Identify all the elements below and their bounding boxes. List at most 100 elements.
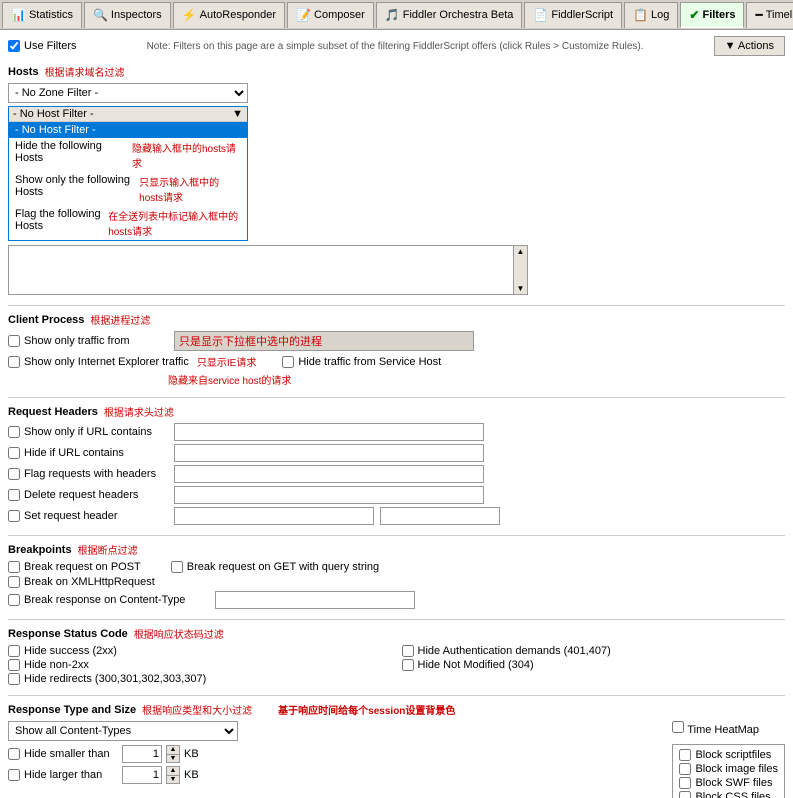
host-filter-dropdown-header[interactable]: - No Host Filter - ▼ bbox=[9, 107, 247, 122]
hide-smaller-down[interactable]: ▼ bbox=[167, 755, 179, 763]
hide-not-modified-checkbox[interactable] bbox=[402, 659, 414, 671]
response-status-section: Response Status Code 根据响应状态码过滤 Hide succ… bbox=[8, 626, 785, 685]
tab-fiddler-orchestra[interactable]: 🎵 Fiddler Orchestra Beta bbox=[376, 2, 523, 28]
hide-auth-checkbox[interactable] bbox=[402, 645, 414, 657]
hide-non-2xx-label[interactable]: Hide non-2xx bbox=[8, 659, 392, 671]
set-request-header-checkbox[interactable] bbox=[8, 510, 20, 522]
break-response-content-type-input[interactable] bbox=[215, 591, 415, 609]
break-on-xml-label[interactable]: Break on XMLHttpRequest bbox=[8, 576, 155, 588]
break-on-xml-checkbox[interactable] bbox=[8, 576, 20, 588]
hide-smaller-up[interactable]: ▲ bbox=[167, 746, 179, 755]
break-on-get-checkbox[interactable] bbox=[171, 561, 183, 573]
hide-larger-up[interactable]: ▲ bbox=[167, 767, 179, 776]
hide-smaller-checkbox[interactable] bbox=[8, 748, 20, 760]
break-response-label[interactable]: Break response on Content-Type bbox=[8, 594, 185, 606]
hide-smaller-label[interactable]: Hide smaller than bbox=[8, 748, 118, 760]
delete-request-headers-label[interactable]: Delete request headers bbox=[8, 489, 168, 501]
content-type-select[interactable]: Show all Content-Types Hide images Show … bbox=[8, 721, 238, 741]
hide-url-checkbox[interactable] bbox=[8, 447, 20, 459]
hide-smaller-value[interactable] bbox=[122, 745, 162, 763]
zone-filter-select[interactable]: - No Zone Filter - Show only Intranet Sh… bbox=[8, 83, 248, 103]
time-heatmap-label[interactable]: Time HeatMap bbox=[672, 721, 759, 736]
host-filter-option-3[interactable]: Flag the following Hosts 在全送列表中标记输入框中的ho… bbox=[9, 206, 247, 240]
time-heatmap-checkbox[interactable] bbox=[672, 721, 684, 733]
delete-request-headers-checkbox[interactable] bbox=[8, 489, 20, 501]
hide-smaller-spinner[interactable]: ▲ ▼ bbox=[166, 745, 180, 763]
tab-filters[interactable]: ✔ Filters bbox=[680, 2, 744, 28]
use-filters-label[interactable]: Use Filters bbox=[8, 40, 77, 52]
hosts-scrollbar[interactable]: ▲ ▼ bbox=[513, 246, 527, 294]
status-grid: Hide success (2xx) Hide Authentication d… bbox=[8, 645, 785, 685]
show-url-label[interactable]: Show only if URL contains bbox=[8, 426, 168, 438]
autoresponder-icon: ⚡ bbox=[182, 8, 197, 22]
host-filter-option-0[interactable]: - No Host Filter - bbox=[9, 122, 247, 138]
inspectors-icon: 🔍 bbox=[93, 8, 108, 22]
block-scriptfiles-label[interactable]: Block scriptfiles bbox=[679, 749, 778, 761]
hide-redirects-label[interactable]: Hide redirects (300,301,302,303,307) bbox=[8, 673, 392, 685]
hide-non-2xx-checkbox[interactable] bbox=[8, 659, 20, 671]
hide-larger-down[interactable]: ▼ bbox=[167, 776, 179, 784]
hide-success-label[interactable]: Hide success (2xx) bbox=[8, 645, 392, 657]
hide-smaller-row: Hide smaller than ▲ ▼ KB bbox=[8, 745, 662, 763]
hide-url-label[interactable]: Hide if URL contains bbox=[8, 447, 168, 459]
block-swf-files-checkbox[interactable] bbox=[679, 777, 691, 789]
time-heatmap-row: Time HeatMap bbox=[672, 721, 759, 736]
filters-checkmark-icon: ✔ bbox=[689, 8, 699, 22]
tab-autoresponder[interactable]: ⚡ AutoResponder bbox=[173, 2, 285, 28]
block-swf-files-label[interactable]: Block SWF files bbox=[679, 777, 778, 789]
set-request-header-label[interactable]: Set request header bbox=[8, 510, 168, 522]
hide-larger-spinner[interactable]: ▲ ▼ bbox=[166, 766, 180, 784]
set-request-header-name-input[interactable] bbox=[174, 507, 374, 525]
actions-button[interactable]: ▼ Actions bbox=[714, 36, 785, 56]
tab-log[interactable]: 📋 Log bbox=[624, 2, 678, 28]
ie-traffic-checkbox[interactable] bbox=[8, 356, 20, 368]
tab-statistics[interactable]: 📊 Statistics bbox=[2, 2, 82, 28]
tab-inspectors[interactable]: 🔍 Inspectors bbox=[84, 2, 171, 28]
flag-requests-input[interactable] bbox=[174, 465, 484, 483]
show-url-input[interactable] bbox=[174, 423, 484, 441]
block-css-files-checkbox[interactable] bbox=[679, 791, 691, 798]
block-image-files-label[interactable]: Block image files bbox=[679, 763, 778, 775]
request-headers-section: Request Headers 根据请求头过滤 Show only if URL… bbox=[8, 404, 785, 525]
host-filter-option-1[interactable]: Hide the following Hosts 隐藏输入框中的hosts请求 bbox=[9, 138, 247, 172]
filter-bar: Use Filters Note: Filters on this page a… bbox=[8, 36, 785, 56]
response-type-section: Response Type and Size 根据响应类型和大小过滤 基于响应时… bbox=[8, 702, 785, 798]
show-only-traffic-label[interactable]: Show only traffic from bbox=[8, 335, 168, 347]
use-filters-checkbox[interactable] bbox=[8, 40, 20, 52]
hide-larger-label[interactable]: Hide larger than bbox=[8, 769, 118, 781]
hide-larger-value[interactable] bbox=[122, 766, 162, 784]
hosts-area[interactable]: ▲ ▼ bbox=[8, 245, 528, 295]
statistics-icon: 📊 bbox=[11, 8, 26, 22]
delete-request-headers-input[interactable] bbox=[174, 486, 484, 504]
hide-service-host-checkbox[interactable] bbox=[282, 356, 294, 368]
hide-larger-checkbox[interactable] bbox=[8, 769, 20, 781]
flag-requests-checkbox[interactable] bbox=[8, 468, 20, 480]
flag-requests-label[interactable]: Flag requests with headers bbox=[8, 468, 168, 480]
tab-timeline[interactable]: ━ Timeline bbox=[746, 2, 793, 28]
break-on-post-checkbox[interactable] bbox=[8, 561, 20, 573]
hide-url-input[interactable] bbox=[174, 444, 484, 462]
bp-row-2: Break on XMLHttpRequest bbox=[8, 576, 785, 588]
break-on-post-label[interactable]: Break request on POST bbox=[8, 561, 141, 573]
ie-traffic-label[interactable]: Show only Internet Explorer traffic 只显示I… bbox=[8, 354, 256, 369]
hide-service-host-label[interactable]: Hide traffic from Service Host bbox=[282, 356, 441, 368]
response-type-title: Response Type and Size 根据响应类型和大小过滤 基于响应时… bbox=[8, 702, 785, 717]
block-css-files-label[interactable]: Block CSS files bbox=[679, 791, 778, 798]
show-url-checkbox[interactable] bbox=[8, 426, 20, 438]
tab-fiddlerscript[interactable]: 📄 FiddlerScript bbox=[524, 2, 622, 28]
bp-row-1: Break request on POST Break request on G… bbox=[8, 561, 785, 573]
set-request-header-value-input[interactable] bbox=[380, 507, 500, 525]
block-scriptfiles-checkbox[interactable] bbox=[679, 749, 691, 761]
hide-auth-label[interactable]: Hide Authentication demands (401,407) bbox=[402, 645, 786, 657]
break-response-checkbox[interactable] bbox=[8, 594, 20, 606]
show-only-traffic-checkbox[interactable] bbox=[8, 335, 20, 347]
hide-success-checkbox[interactable] bbox=[8, 645, 20, 657]
host-filter-option-2[interactable]: Show only the following Hosts 只显示输入框中的ho… bbox=[9, 172, 247, 206]
tab-composer[interactable]: 📝 Composer bbox=[287, 2, 374, 28]
break-on-get-label[interactable]: Break request on GET with query string bbox=[171, 561, 379, 573]
hide-redirects-checkbox[interactable] bbox=[8, 673, 20, 685]
traffic-process-dropdown[interactable]: 只是显示下拉框中选中的进程 bbox=[174, 331, 474, 351]
block-image-files-checkbox[interactable] bbox=[679, 763, 691, 775]
orchestra-icon: 🎵 bbox=[385, 8, 400, 22]
hide-not-modified-label[interactable]: Hide Not Modified (304) bbox=[402, 659, 786, 671]
